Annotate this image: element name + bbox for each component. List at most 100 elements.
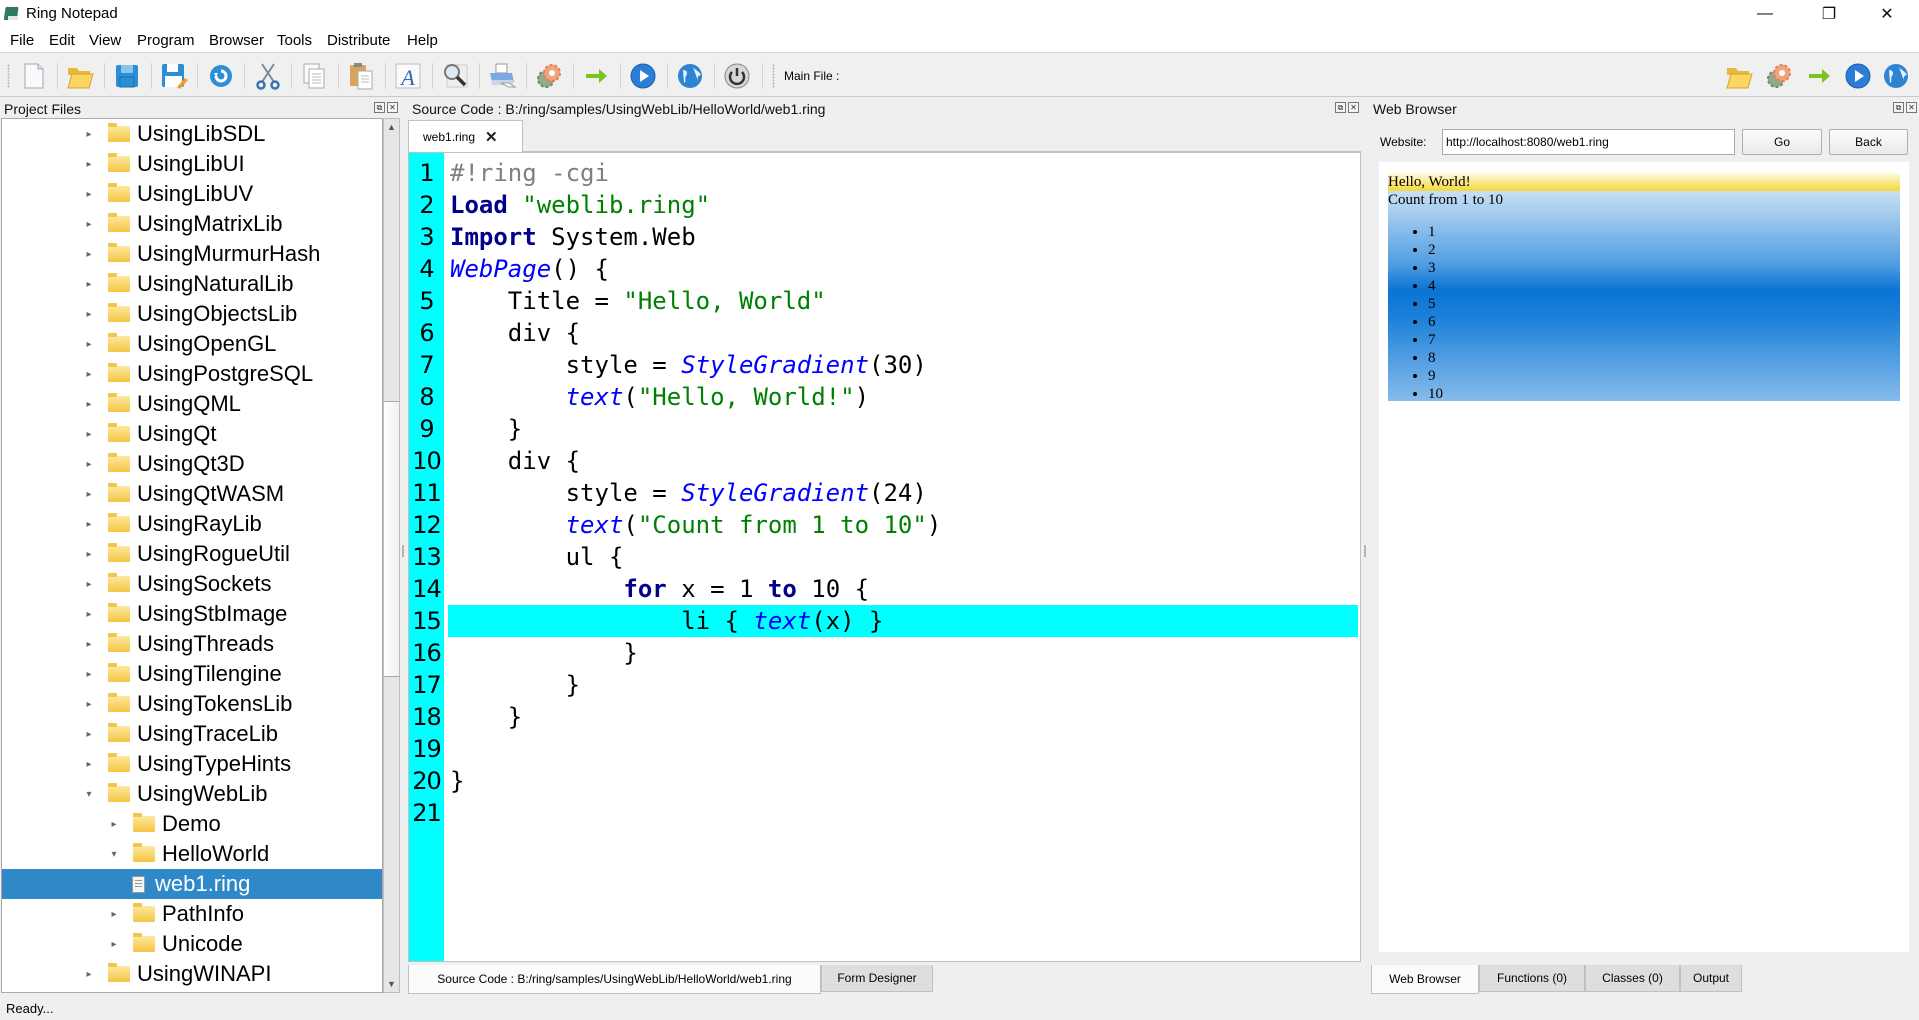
copy-button[interactable] <box>297 59 331 93</box>
go-button[interactable]: Go <box>1742 129 1822 155</box>
float-icon[interactable]: ⧉ <box>1893 102 1904 113</box>
collapsed-arrow-icon[interactable]: ▸ <box>109 819 119 830</box>
collapsed-arrow-icon[interactable]: ▸ <box>109 909 119 920</box>
menu-view[interactable]: View <box>89 32 121 49</box>
collapsed-arrow-icon[interactable]: ▸ <box>84 429 94 440</box>
minimize-button[interactable]: — <box>1740 0 1790 28</box>
collapsed-arrow-icon[interactable]: ▸ <box>84 249 94 260</box>
run-gui-button[interactable] <box>626 59 660 93</box>
tree-item[interactable]: ▸ UsingObjectsLib <box>2 299 382 329</box>
tree-item[interactable]: ▸ UsingLibSDL <box>2 119 382 149</box>
menu-distribute[interactable]: Distribute <box>327 32 390 49</box>
menu-file[interactable]: File <box>10 32 34 49</box>
collapsed-arrow-icon[interactable]: ▸ <box>84 489 94 500</box>
web-view[interactable]: Hello, World! Count from 1 to 10 1234567… <box>1379 162 1909 952</box>
close-button[interactable]: ✕ <box>1862 0 1912 28</box>
tab-web-browser[interactable]: Web Browser <box>1371 965 1479 994</box>
web-run-button[interactable] <box>673 59 707 93</box>
tree-item[interactable]: ▸ UsingWINAPI <box>2 959 382 989</box>
code-editor[interactable]: 1 #!ring -cgi 2 Load "weblib.ring" 3 Import S… <box>408 152 1361 962</box>
toolbar-grip[interactable] <box>7 64 10 88</box>
tree-item[interactable]: ▸ UsingThreads <box>2 629 382 659</box>
tree-item[interactable]: ▾ UsingWebLib <box>2 779 382 809</box>
tree-item[interactable]: ▸ UsingRayLib <box>2 509 382 539</box>
tree-item[interactable]: ▸ UsingLibUV <box>2 179 382 209</box>
tree-item[interactable]: ▸ UsingTokensLib <box>2 689 382 719</box>
tree-item[interactable]: ▾ HelloWorld <box>2 839 382 869</box>
scrollbar-thumb[interactable] <box>384 401 399 677</box>
menu-browser[interactable]: Browser <box>209 32 264 49</box>
float-icon[interactable]: ⧉ <box>374 102 385 113</box>
close-icon[interactable]: ✕ <box>1348 102 1359 113</box>
restore-button[interactable]: ❐ <box>1804 0 1854 28</box>
undo-button[interactable] <box>204 59 238 93</box>
collapsed-arrow-icon[interactable]: ▸ <box>84 639 94 650</box>
save-button[interactable] <box>110 59 144 93</box>
collapsed-arrow-icon[interactable]: ▸ <box>84 579 94 590</box>
splitter-handle[interactable] <box>402 545 404 557</box>
collapsed-arrow-icon[interactable]: ▸ <box>84 339 94 350</box>
project-files-tree[interactable]: ▸ UsingLibSDL ▸ UsingLibUI ▸ UsingLibUV ▸ Using… <box>1 118 383 993</box>
tab-source-code[interactable]: Source Code : B:/ring/samples/UsingWebLi… <box>408 965 821 994</box>
collapsed-arrow-icon[interactable]: ▸ <box>84 159 94 170</box>
tree-item[interactable]: ▸ UsingSockets <box>2 569 382 599</box>
collapsed-arrow-icon[interactable]: ▸ <box>84 669 94 680</box>
tree-item[interactable]: ▸ UsingStbImage <box>2 599 382 629</box>
tree-item[interactable]: ▸ UsingMatrixLib <box>2 209 382 239</box>
website-url-input[interactable] <box>1442 129 1735 155</box>
menu-help[interactable]: Help <box>407 32 438 49</box>
new-file-button[interactable] <box>17 59 51 93</box>
collapsed-arrow-icon[interactable]: ▸ <box>84 699 94 710</box>
tree-item[interactable]: ▸ UsingPostgreSQL <box>2 359 382 389</box>
run-gui-main-button[interactable] <box>1841 59 1875 93</box>
tree-item[interactable]: ▸ Unicode <box>2 929 382 959</box>
tree-item[interactable]: ▸ UsingTypeHints <box>2 749 382 779</box>
find-button[interactable] <box>438 59 472 93</box>
tree-item[interactable]: ▸ UsingQtWASM <box>2 479 382 509</box>
tree-item[interactable]: ▸ UsingTraceLib <box>2 719 382 749</box>
collapsed-arrow-icon[interactable]: ▸ <box>109 939 119 950</box>
tab-form-designer[interactable]: Form Designer <box>821 965 933 992</box>
scroll-up-icon[interactable]: ▲ <box>384 119 399 135</box>
scroll-down-icon[interactable]: ▼ <box>384 976 399 992</box>
tree-item[interactable]: ▸ UsingRogueUtil <box>2 539 382 569</box>
expanded-arrow-icon[interactable]: ▾ <box>109 849 119 860</box>
collapsed-arrow-icon[interactable]: ▸ <box>84 609 94 620</box>
collapsed-arrow-icon[interactable]: ▸ <box>84 279 94 290</box>
debug-main-button[interactable] <box>1762 59 1796 93</box>
run-button[interactable] <box>579 59 613 93</box>
paste-button[interactable] <box>344 59 378 93</box>
collapsed-arrow-icon[interactable]: ▸ <box>84 969 94 980</box>
close-tab-icon[interactable]: ✕ <box>485 128 498 146</box>
tree-scrollbar[interactable]: ▲ ▼ <box>383 118 400 993</box>
open-button[interactable] <box>63 59 97 93</box>
collapsed-arrow-icon[interactable]: ▸ <box>84 219 94 230</box>
editor-tab-web1[interactable]: web1.ring ✕ <box>408 120 523 153</box>
menu-tools[interactable]: Tools <box>277 32 312 49</box>
collapsed-arrow-icon[interactable]: ▸ <box>84 459 94 470</box>
menu-program[interactable]: Program <box>137 32 195 49</box>
collapsed-arrow-icon[interactable]: ▸ <box>84 759 94 770</box>
tree-item[interactable]: ▸ UsingQt <box>2 419 382 449</box>
font-button[interactable]: A <box>391 59 425 93</box>
collapsed-arrow-icon[interactable]: ▸ <box>84 549 94 560</box>
tree-item[interactable]: ▸ UsingQML <box>2 389 382 419</box>
print-button[interactable] <box>485 59 519 93</box>
menu-edit[interactable]: Edit <box>49 32 75 49</box>
splitter-handle[interactable] <box>1364 545 1366 557</box>
toolbar-grip-2[interactable] <box>772 64 775 88</box>
collapsed-arrow-icon[interactable]: ▸ <box>84 399 94 410</box>
collapsed-arrow-icon[interactable]: ▸ <box>84 369 94 380</box>
close-icon[interactable]: ✕ <box>1906 102 1917 113</box>
tab-classes[interactable]: Classes (0) <box>1585 965 1680 992</box>
tree-item[interactable]: ▸ UsingMurmurHash <box>2 239 382 269</box>
collapsed-arrow-icon[interactable]: ▸ <box>84 309 94 320</box>
expanded-arrow-icon[interactable]: ▾ <box>84 789 94 800</box>
web-run-main-button[interactable] <box>1879 59 1913 93</box>
quit-button[interactable] <box>720 59 754 93</box>
collapsed-arrow-icon[interactable]: ▸ <box>84 189 94 200</box>
open-project-button[interactable] <box>1722 59 1756 93</box>
back-button[interactable]: Back <box>1829 129 1908 155</box>
tree-item[interactable]: ▸ UsingLibUI <box>2 149 382 179</box>
tree-item[interactable]: ▸ UsingQt3D <box>2 449 382 479</box>
